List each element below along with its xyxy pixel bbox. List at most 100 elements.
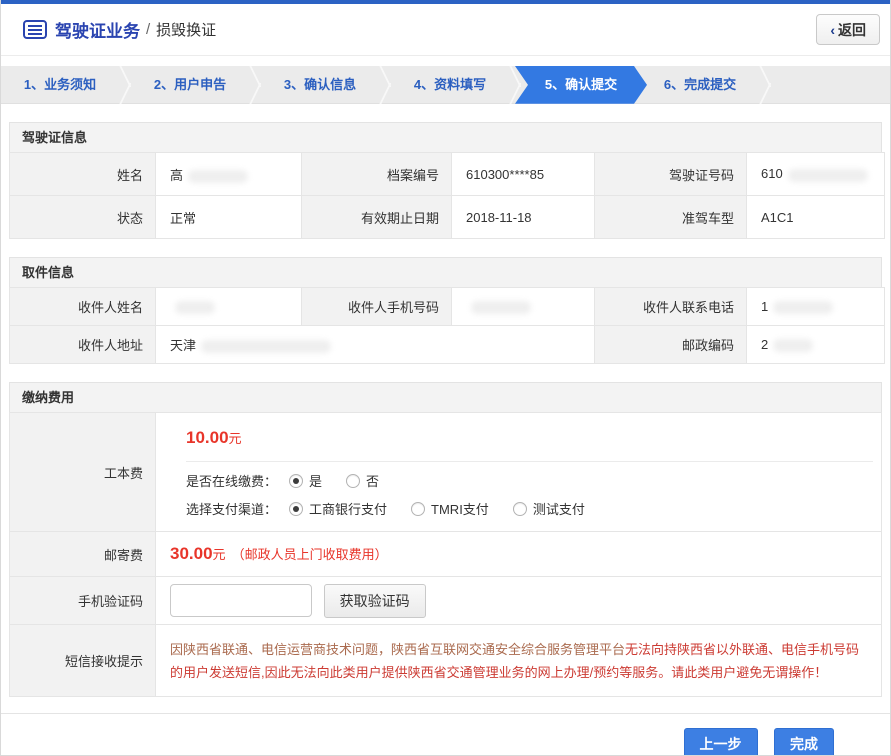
online-payment-label: 是否在线缴费：: [186, 471, 277, 490]
previous-step-button[interactable]: 上一步: [684, 728, 758, 756]
sms-tip-label: 短信接收提示: [10, 625, 156, 697]
redaction-blur: [773, 339, 813, 352]
channel-icbc-radio[interactable]: 工商银行支付: [289, 499, 387, 518]
table-row: 收件人地址 天津 邮政编码 2: [10, 326, 885, 364]
production-fee-row: 工本费 10.00元 是否在线缴费： 是 否: [10, 413, 882, 532]
fees-table: 工本费 10.00元 是否在线缴费： 是 否: [9, 412, 882, 697]
captcha-input[interactable]: [170, 584, 312, 617]
step-6-complete-submit: 6、完成提交: [641, 66, 759, 104]
expiry-date-label: 有效期止日期: [302, 196, 452, 239]
sms-tip-text-part1: 因陕西省联通、电信运营商技术问题，陕西省互联网交通安全综合服务管理平台: [170, 642, 625, 657]
sms-tip-row: 短信接收提示 因陕西省联通、电信运营商技术问题，陕西省互联网交通安全综合服务管理…: [10, 625, 882, 697]
pickup-section-title: 取件信息: [9, 257, 882, 287]
redaction-blur: [788, 169, 868, 182]
back-chevron-icon: ‹: [830, 22, 835, 38]
mailing-fee-label: 邮寄费: [10, 532, 156, 577]
radio-icon: [289, 474, 303, 488]
step-1-business-notice: 1、业务须知: [1, 66, 119, 104]
footer-action-bar: 上一步 完成: [1, 713, 890, 756]
page-title: 驾驶证业务: [55, 17, 140, 42]
step-4-fill-data: 4、资料填写: [391, 66, 509, 104]
step-separator: [119, 66, 131, 104]
production-fee-amount-line: 10.00元: [170, 413, 881, 461]
production-fee-amount: 10.00: [186, 428, 229, 447]
payment-channel-row: 选择支付渠道： 工商银行支付 TMRI支付 测试支付: [170, 490, 881, 531]
captcha-cell: 获取验证码: [156, 577, 882, 625]
redaction-blur: [201, 340, 331, 353]
table-row: 姓名 高 档案编号 610300****85 驾驶证号码 610: [10, 153, 885, 196]
file-number-label: 档案编号: [302, 153, 452, 196]
vehicle-class-label: 准驾车型: [595, 196, 747, 239]
back-button-label: 返回: [838, 22, 866, 38]
recipient-phone-value: 1: [747, 288, 885, 326]
redaction-blur: [188, 170, 248, 183]
table-row: 状态 正常 有效期止日期 2018-11-18 准驾车型 A1C1: [10, 196, 885, 239]
radio-label: 否: [366, 471, 379, 490]
radio-label: TMRI支付: [431, 499, 489, 518]
redaction-blur: [773, 301, 833, 314]
status-value: 正常: [156, 196, 302, 239]
recipient-mobile-value: [452, 288, 595, 326]
page: 驾驶证业务 / 损毁换证 ‹返回 1、业务须知 2、用户申告 3、确认信息 4、…: [0, 0, 891, 756]
license-section-title: 驾驶证信息: [9, 122, 882, 152]
license-number-label: 驾驶证号码: [595, 153, 747, 196]
step-wizard-bar: 1、业务须知 2、用户申告 3、确认信息 4、资料填写 5、确认提交 6、完成提…: [1, 66, 890, 104]
recipient-address-value: 天津: [156, 326, 595, 364]
radio-icon: [346, 474, 360, 488]
online-payment-no-radio[interactable]: 否: [346, 471, 379, 490]
online-payment-yes-radio[interactable]: 是: [289, 471, 322, 490]
mailing-fee-row: 邮寄费 30.00元 （邮政人员上门收取费用）: [10, 532, 882, 577]
name-value: 高: [156, 153, 302, 196]
pickup-info-section: 取件信息 收件人姓名 收件人手机号码 收件人联系电话 1 收件人地址 天津 邮政…: [9, 257, 882, 364]
production-fee-cell: 10.00元 是否在线缴费： 是 否: [156, 413, 882, 532]
form-list-icon: [23, 20, 47, 39]
recipient-mobile-label: 收件人手机号码: [302, 288, 452, 326]
expiry-date-value: 2018-11-18: [452, 196, 595, 239]
step-2-user-declaration: 2、用户申告: [131, 66, 249, 104]
recipient-name-label: 收件人姓名: [10, 288, 156, 326]
step-separator: [379, 66, 391, 104]
vehicle-class-value: A1C1: [747, 196, 885, 239]
license-number-value: 610: [747, 153, 885, 196]
online-payment-row: 是否在线缴费： 是 否: [170, 462, 881, 490]
channel-test-radio[interactable]: 测试支付: [513, 499, 585, 518]
production-fee-unit: 元: [229, 431, 242, 446]
table-row: 收件人姓名 收件人手机号码 收件人联系电话 1: [10, 288, 885, 326]
mailing-fee-unit: 元: [213, 547, 226, 562]
postal-code-value: 2: [747, 326, 885, 364]
recipient-phone-label: 收件人联系电话: [595, 288, 747, 326]
radio-icon: [513, 502, 527, 516]
step-3-confirm-info: 3、确认信息: [261, 66, 379, 104]
redaction-blur: [175, 301, 215, 314]
radio-icon: [411, 502, 425, 516]
radio-label: 测试支付: [533, 499, 585, 518]
postal-code-label: 邮政编码: [595, 326, 747, 364]
fees-section: 缴纳费用 工本费 10.00元 是否在线缴费： 是: [9, 382, 882, 697]
recipient-address-label: 收件人地址: [10, 326, 156, 364]
license-info-section: 驾驶证信息 姓名 高 档案编号 610300****85 驾驶证号码 610 状…: [9, 122, 882, 239]
channel-tmri-radio[interactable]: TMRI支付: [411, 499, 489, 518]
fees-section-title: 缴纳费用: [9, 382, 882, 412]
name-label: 姓名: [10, 153, 156, 196]
redaction-blur: [471, 301, 531, 314]
sms-tip-cell: 因陕西省联通、电信运营商技术问题，陕西省互联网交通安全综合服务管理平台无法向持陕…: [156, 625, 882, 697]
finish-button[interactable]: 完成: [774, 728, 834, 756]
mailing-fee-cell: 30.00元 （邮政人员上门收取费用）: [156, 532, 882, 577]
status-label: 状态: [10, 196, 156, 239]
radio-label: 是: [309, 471, 322, 490]
radio-icon: [289, 502, 303, 516]
pickup-info-table: 收件人姓名 收件人手机号码 收件人联系电话 1 收件人地址 天津 邮政编码 2: [9, 287, 885, 364]
radio-label: 工商银行支付: [309, 499, 387, 518]
license-info-table: 姓名 高 档案编号 610300****85 驾驶证号码 610 状态 正常 有…: [9, 152, 885, 239]
production-fee-label: 工本费: [10, 413, 156, 532]
captcha-row: 手机验证码 获取验证码: [10, 577, 882, 625]
header: 驾驶证业务 / 损毁换证 ‹返回: [1, 4, 890, 56]
step-5-confirm-submit: 5、确认提交: [515, 66, 647, 108]
mailing-fee-amount: 30.00: [170, 544, 213, 563]
back-button[interactable]: ‹返回: [816, 14, 880, 45]
mailing-fee-note: （邮政人员上门收取费用）: [232, 547, 388, 562]
file-number-value: 610300****85: [452, 153, 595, 196]
payment-channel-label: 选择支付渠道：: [186, 499, 277, 518]
page-subtitle: 损毁换证: [156, 19, 216, 40]
get-captcha-button[interactable]: 获取验证码: [324, 584, 426, 618]
